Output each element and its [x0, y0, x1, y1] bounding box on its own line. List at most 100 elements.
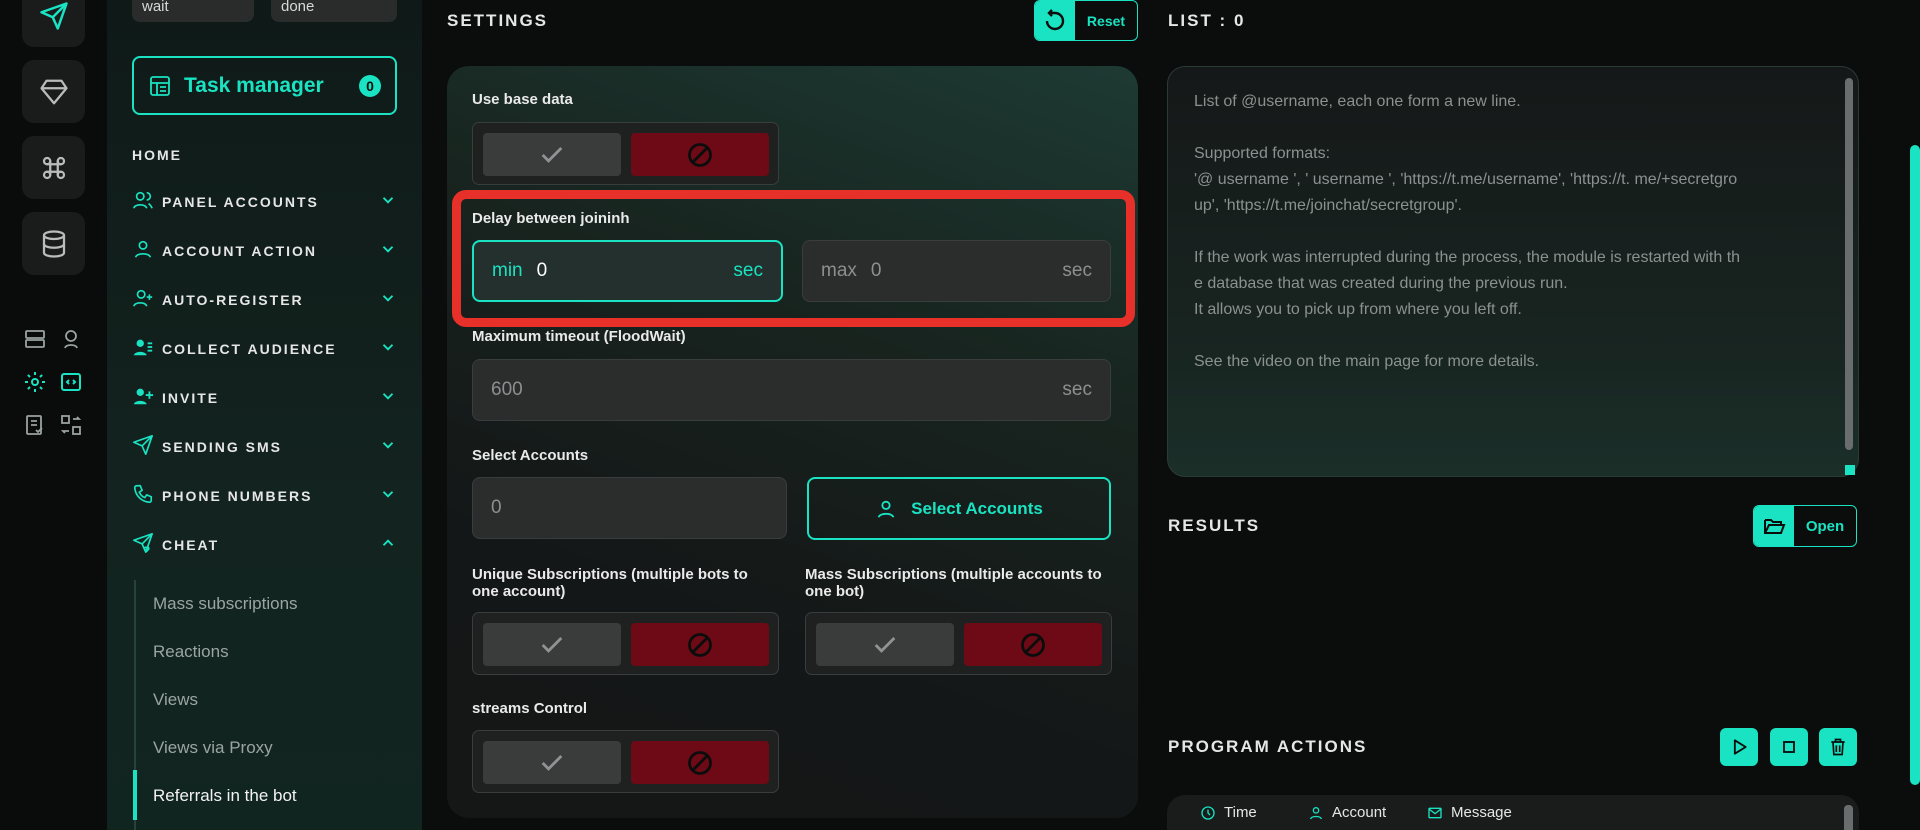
nav-label: COLLECT AUDIENCE [162, 341, 337, 357]
page-scrollbar[interactable] [1910, 145, 1920, 785]
nav-label: AUTO-REGISTER [162, 292, 304, 308]
enable-option[interactable] [483, 133, 621, 176]
stop-button[interactable] [1770, 728, 1808, 766]
disable-option[interactable] [631, 133, 769, 176]
telegram-nav-button[interactable] [22, 0, 85, 47]
subnav-reactions[interactable]: Reactions [153, 642, 229, 662]
block-icon [688, 632, 712, 657]
unique-subscriptions-toggle [472, 612, 779, 675]
folder-open-icon [1764, 519, 1786, 534]
open-results-button[interactable]: Open [1753, 505, 1857, 547]
select-accounts-label: Select Accounts [472, 447, 589, 464]
chevron-down-icon [382, 490, 394, 498]
chevron-down-icon [382, 196, 394, 204]
chevron-down-icon [382, 343, 394, 351]
play-button[interactable] [1720, 728, 1758, 766]
list-placeholder-line: e database that was created during the p… [1194, 275, 1568, 292]
block-icon [688, 750, 712, 775]
profile-pin-button[interactable] [57, 325, 85, 353]
log-scrollbar[interactable] [1844, 805, 1853, 830]
user-list-icon [133, 339, 153, 355]
list-scrollbar[interactable] [1845, 78, 1853, 450]
users-icon [133, 191, 153, 209]
nav-panel-accounts[interactable]: PANEL ACCOUNTS [132, 187, 397, 217]
nav-auto-register[interactable]: AUTO-REGISTER [132, 285, 397, 315]
list-placeholder-line: up', 'https://t.me/joinchat/secretgroup'… [1194, 197, 1462, 214]
disable-option[interactable] [964, 623, 1102, 666]
enable-option[interactable] [483, 623, 621, 666]
clear-button[interactable] [1819, 728, 1857, 766]
nav-label: PANEL ACCOUNTS [162, 194, 319, 210]
select-accounts-button[interactable]: Select Accounts [807, 477, 1111, 540]
unique-subscriptions-label: Unique Subscriptions (multiple bots to o… [472, 566, 748, 600]
database-icon [42, 229, 65, 258]
timeout-label: Maximum timeout (FloodWait) [472, 328, 686, 345]
nav-label: SENDING SMS [162, 439, 283, 455]
subnav-views[interactable]: Views [153, 690, 198, 710]
use-base-data-toggle [472, 122, 779, 185]
nav-invite[interactable]: INVITE [132, 383, 397, 413]
checklist-button[interactable] [21, 411, 49, 439]
subnav-referrals-in-the-bot[interactable]: Referrals in the bot [153, 786, 297, 806]
subnav-mass-subscriptions[interactable]: Mass subscriptions [153, 594, 298, 614]
sidebar: wait done Task manager 0 HOME PANEL ACCO… [107, 0, 422, 830]
timeout-input[interactable]: 600 sec [472, 359, 1111, 421]
mass-subscriptions-toggle [805, 612, 1112, 675]
transfer-button[interactable] [57, 411, 85, 439]
disable-option[interactable] [631, 623, 769, 666]
send-heart-icon [133, 532, 153, 553]
user-pin-icon [64, 330, 78, 349]
settings-title: SETTINGS [447, 11, 549, 30]
username-list-textarea[interactable]: List of @username, each one form a new l… [1167, 66, 1859, 477]
nav-sending-sms[interactable]: SENDING SMS [132, 432, 397, 462]
column-account[interactable]: Account [1308, 804, 1386, 821]
nav-collect-audience[interactable]: COLLECT AUDIENCE [132, 334, 397, 364]
nav-label: ACCOUNT ACTION [162, 243, 318, 259]
send-icon [39, 1, 68, 30]
list-placeholder-line: Supported formats: [1194, 145, 1331, 162]
check-icon [874, 636, 896, 653]
enable-option[interactable] [483, 741, 621, 784]
column-message[interactable]: Message [1427, 804, 1512, 821]
play-icon [1733, 739, 1747, 755]
column-time-label: Time [1224, 804, 1257, 821]
mass-subscriptions-label: Mass Subscriptions (multiple accounts to… [805, 566, 1102, 600]
send-icon [133, 434, 153, 455]
nav-home[interactable]: HOME [132, 147, 182, 163]
results-title: RESULTS [1168, 516, 1261, 535]
code-window-button[interactable] [57, 368, 85, 396]
highlight-box [452, 190, 1135, 327]
database-nav-button[interactable] [22, 212, 85, 275]
column-time[interactable]: Time [1200, 804, 1257, 821]
nav-cheat[interactable]: CHEAT [132, 530, 397, 560]
nav-phone-numbers[interactable]: PHONE NUMBERS [132, 481, 397, 511]
disable-option[interactable] [631, 741, 769, 784]
list-title: LIST : 0 [1168, 11, 1246, 30]
nav-account-action[interactable]: ACCOUNT ACTION [132, 236, 397, 266]
diamond-icon [39, 79, 68, 104]
streams-control-toggle [472, 730, 779, 793]
enable-option[interactable] [816, 623, 954, 666]
select-accounts-button-label: Select Accounts [911, 498, 1043, 518]
list-placeholder-line: If the work was interrupted during the p… [1194, 249, 1741, 266]
reset-label: Reset [1086, 12, 1126, 29]
resize-handle[interactable] [1845, 465, 1855, 475]
program-actions-title: PROGRAM ACTIONS [1168, 737, 1368, 756]
task-manager-button[interactable]: Task manager 0 [132, 56, 397, 115]
reset-button[interactable]: Reset [1034, 0, 1138, 41]
list-placeholder-line: It allows you to pick up from where you … [1194, 301, 1522, 318]
action-log-table [1167, 795, 1859, 830]
premium-nav-button[interactable] [22, 60, 85, 123]
accounts-count-value: 0 [491, 497, 502, 518]
chevron-down-icon [382, 392, 394, 400]
task-manager-label: Task manager [184, 73, 324, 97]
streams-control-label: streams Control [472, 700, 588, 717]
settings-button[interactable] [21, 368, 49, 396]
user-plus-icon [133, 289, 153, 307]
subnav-views-via-proxy[interactable]: Views via Proxy [153, 738, 273, 758]
server-list-button[interactable] [21, 325, 49, 353]
select-accounts-count[interactable]: 0 [472, 477, 787, 539]
phone-icon [133, 484, 153, 503]
command-nav-button[interactable] [22, 136, 85, 199]
server-icon [25, 330, 45, 348]
